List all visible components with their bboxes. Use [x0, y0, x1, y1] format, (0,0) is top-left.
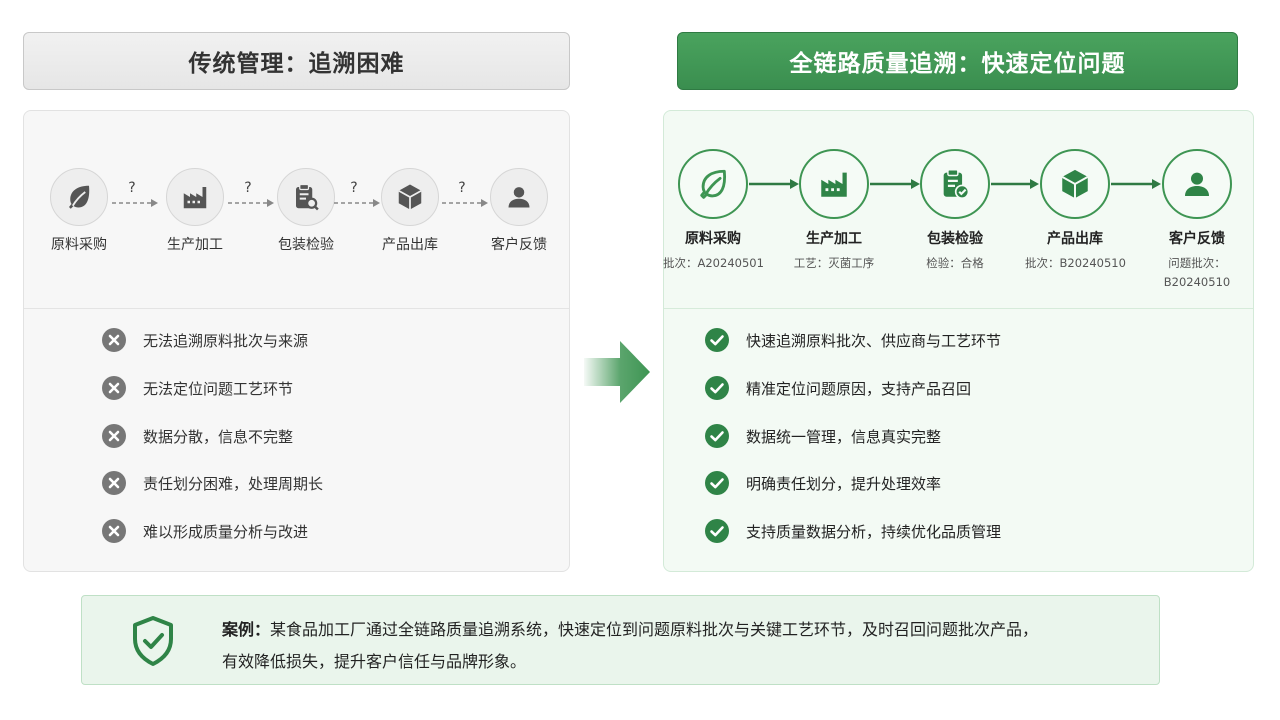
clipboard-search-icon [277, 168, 335, 226]
list-item: 责任划分困难，处理周期长 [102, 470, 323, 496]
box-icon [381, 168, 439, 226]
check-circle-icon [705, 471, 729, 495]
list-item: 无法定位问题工艺环节 [102, 375, 293, 401]
benefit-text: 明确责任划分，提升处理效率 [746, 474, 942, 493]
flow-node-label: 客户反馈 [491, 237, 547, 253]
flow-node-raw-material: 原料采购 [39, 168, 119, 254]
flow-node-inspection: 包装检验 [266, 168, 346, 254]
problem-text: 难以形成质量分析与改进 [143, 522, 309, 541]
flow-node-detail: 检验：合格 [926, 256, 984, 270]
solid-arrow [870, 179, 920, 189]
x-circle-icon [102, 471, 126, 495]
leaf-icon [678, 149, 748, 219]
x-circle-icon [102, 424, 126, 448]
user-icon [1162, 149, 1232, 219]
x-circle-icon [102, 328, 126, 352]
problem-text: 无法定位问题工艺环节 [143, 379, 294, 398]
list-item: 精准定位问题原因，支持产品召回 [705, 375, 971, 401]
flow-node-label: 包装检验 [278, 237, 334, 253]
flow-node-detail-line: B20240510 [1163, 275, 1231, 289]
clipboard-check-icon [920, 149, 990, 219]
check-circle-icon [705, 376, 729, 400]
transition-arrow-icon [584, 341, 650, 403]
factory-icon [166, 168, 224, 226]
list-item: 明确责任划分，提升处理效率 [705, 470, 941, 496]
flow-node-detail: 问题批次： B20240510 [1147, 254, 1247, 292]
divider [664, 308, 1253, 309]
solid-arrow [749, 179, 799, 189]
problem-text: 责任划分困难，处理周期长 [143, 474, 324, 493]
flow-node-detail: 批次：B20240510 [1025, 256, 1126, 270]
traditional-header: 传统管理：追溯困难 [23, 32, 570, 90]
check-circle-icon [705, 519, 729, 543]
case-text-line: 有效降低损失，提升客户信任与品牌形象。 [222, 652, 527, 671]
flow-node-label: 原料采购 [51, 237, 107, 253]
dashed-arrow [228, 199, 274, 207]
flow-node-label: 客户反馈 [1169, 231, 1225, 247]
benefit-text: 快速追溯原料批次、供应商与工艺环节 [746, 331, 1002, 350]
solid-arrow [991, 179, 1039, 189]
unknown-link-mark: ? [350, 180, 358, 196]
list-item: 快速追溯原料批次、供应商与工艺环节 [705, 327, 1001, 353]
traditional-panel: 原料采购 生产加工 包装检验 产品出库 客户反馈 ? ? ? ? 无法追溯原料批… [23, 110, 570, 572]
traceability-header: 全链路质量追溯：快速定位问题 [677, 32, 1238, 90]
traditional-title: 传统管理：追溯困难 [188, 51, 405, 77]
benefit-text: 数据统一管理，信息真实完整 [746, 427, 942, 446]
case-prefix: 案例： [222, 620, 271, 639]
dashed-arrow [442, 199, 488, 207]
flow-node-label: 包装检验 [927, 231, 983, 247]
flow-node-feedback: 客户反馈 问题批次： B20240510 [1147, 149, 1247, 292]
list-item: 支持质量数据分析，持续优化品质管理 [705, 518, 1001, 544]
user-icon [490, 168, 548, 226]
flow-node-raw-material: 原料采购 批次：A20240501 [663, 149, 764, 273]
benefit-text: 支持质量数据分析，持续优化品质管理 [746, 522, 1002, 541]
list-item: 数据分散，信息不完整 [102, 423, 293, 449]
flow-node-label: 生产加工 [806, 231, 862, 247]
case-text: 某食品加工厂通过全链路质量追溯系统，快速定位到问题原料批次与关键工艺环节，及时召… [270, 620, 1039, 639]
x-circle-icon [102, 519, 126, 543]
flow-node-label: 生产加工 [167, 237, 223, 253]
traceability-title: 全链路质量追溯：快速定位问题 [789, 51, 1126, 77]
check-circle-icon [705, 424, 729, 448]
case-text-line: 案例：某食品加工厂通过全链路质量追溯系统，快速定位到问题原料批次与关键工艺环节，… [222, 616, 1038, 640]
flow-node-detail: 工艺：灭菌工序 [793, 256, 875, 270]
flow-node-label: 产品出库 [382, 237, 438, 253]
flow-node-detail-line: 问题批次： [1168, 256, 1226, 270]
flow-node-label: 原料采购 [685, 231, 741, 247]
problem-text: 无法追溯原料批次与来源 [143, 331, 309, 350]
unknown-link-mark: ? [458, 180, 466, 196]
factory-icon [799, 149, 869, 219]
leaf-icon [50, 168, 108, 226]
case-study-box: 案例：某食品加工厂通过全链路质量追溯系统，快速定位到问题原料批次与关键工艺环节，… [81, 595, 1160, 685]
solid-arrow [1111, 179, 1161, 189]
dashed-arrow [112, 199, 158, 207]
flow-node-inspection: 包装检验 检验：合格 [905, 149, 1005, 273]
list-item: 难以形成质量分析与改进 [102, 518, 308, 544]
traceability-panel: 原料采购 批次：A20240501 生产加工 工艺：灭菌工序 包装检验 检验：合… [663, 110, 1254, 572]
divider [24, 308, 569, 309]
flow-node-shipping: 产品出库 [370, 168, 450, 254]
flow-node-production: 生产加工 [155, 168, 235, 254]
check-circle-icon [705, 328, 729, 352]
problem-text: 数据分散，信息不完整 [143, 427, 294, 446]
dashed-arrow [334, 199, 380, 207]
benefit-text: 精准定位问题原因，支持产品召回 [746, 379, 972, 398]
list-item: 无法追溯原料批次与来源 [102, 327, 308, 353]
shield-check-icon [133, 616, 173, 666]
flow-node-label: 产品出库 [1047, 231, 1103, 247]
list-item: 数据统一管理，信息真实完整 [705, 423, 941, 449]
unknown-link-mark: ? [128, 180, 136, 196]
flow-node-shipping: 产品出库 批次：B20240510 [1025, 149, 1126, 273]
x-circle-icon [102, 376, 126, 400]
unknown-link-mark: ? [244, 180, 252, 196]
flow-node-feedback: 客户反馈 [479, 168, 559, 254]
flow-node-detail: 批次：A20240501 [663, 256, 764, 270]
flow-node-production: 生产加工 工艺：灭菌工序 [784, 149, 884, 273]
box-icon [1040, 149, 1110, 219]
